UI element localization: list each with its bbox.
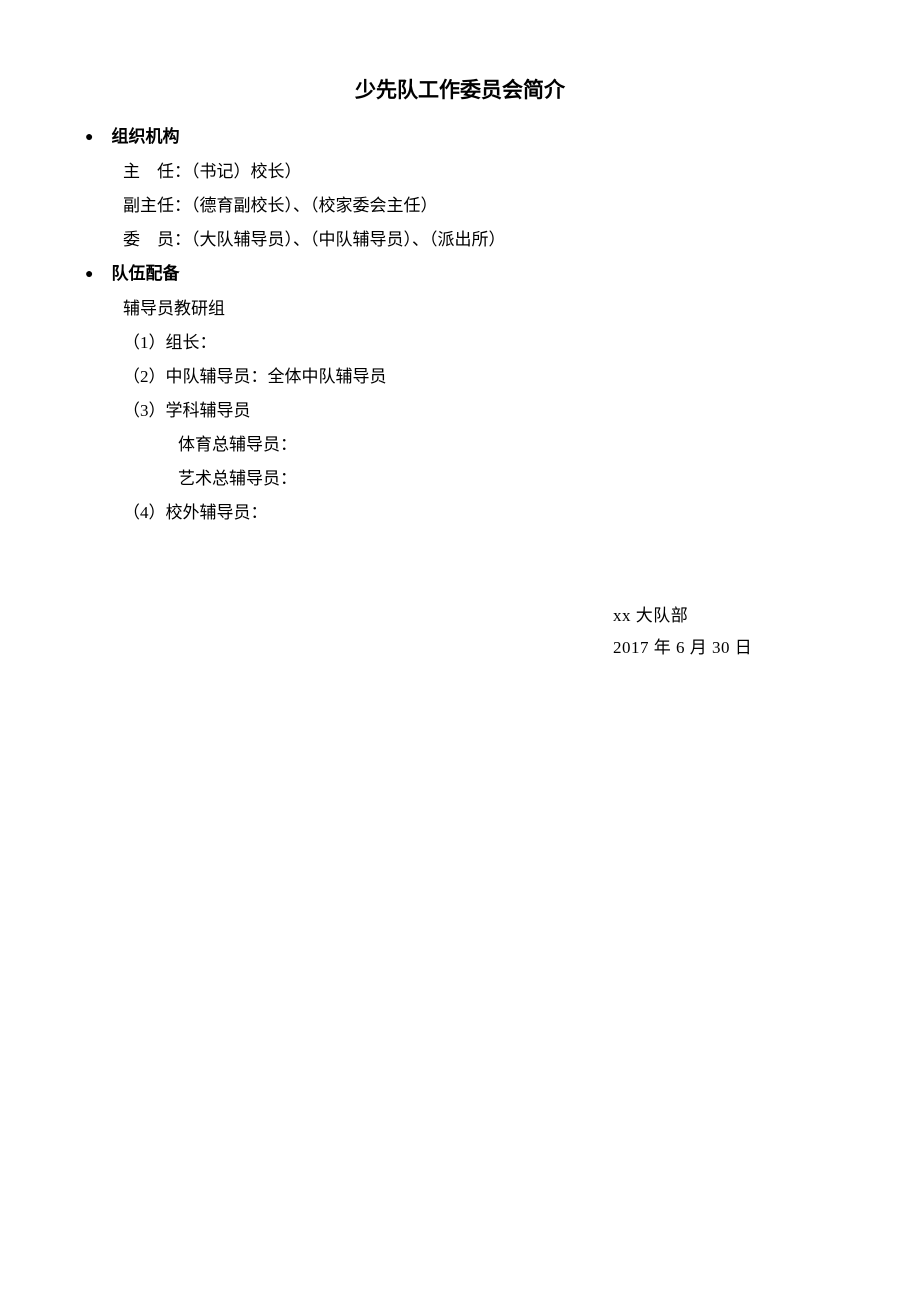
team-item-1: （1）组长： — [123, 326, 835, 360]
team-group-title: 辅导员教研组 — [123, 292, 835, 326]
team-item-3: （3）学科辅导员 — [123, 394, 835, 428]
org-deputy-director: 副主任：（德育副校长）、（校家委会主任） — [123, 189, 835, 223]
signature-org: xx 大队部 — [613, 600, 835, 632]
bullet-icon: ● — [85, 258, 93, 292]
org-director: 主 任：（书记）校长） — [123, 155, 835, 189]
team-item-2: （2）中队辅导员：全体中队辅导员 — [123, 360, 835, 394]
document-title: 少先队工作委员会简介 — [85, 70, 835, 112]
team-content: 辅导员教研组 （1）组长： （2）中队辅导员：全体中队辅导员 （3）学科辅导员 … — [85, 292, 835, 530]
section-team-config: ● 队伍配备 — [85, 257, 835, 292]
section-header-team: 队伍配备 — [111, 257, 179, 291]
signature-date: 2017 年 6 月 30 日 — [613, 632, 835, 664]
section-header-org: 组织机构 — [111, 120, 179, 154]
team-item-3-sub1: 体育总辅导员： — [123, 428, 835, 462]
bullet-icon: ● — [85, 121, 93, 155]
team-item-4: （4）校外辅导员： — [123, 496, 835, 530]
signature-block: xx 大队部 2017 年 6 月 30 日 — [85, 600, 835, 665]
org-content: 主 任：（书记）校长） 副主任：（德育副校长）、（校家委会主任） 委 员：（大队… — [85, 155, 835, 257]
org-members: 委 员：（大队辅导员）、（中队辅导员）、（派出所） — [123, 223, 835, 257]
team-item-3-sub2: 艺术总辅导员： — [123, 462, 835, 496]
section-org-structure: ● 组织机构 — [85, 120, 835, 155]
